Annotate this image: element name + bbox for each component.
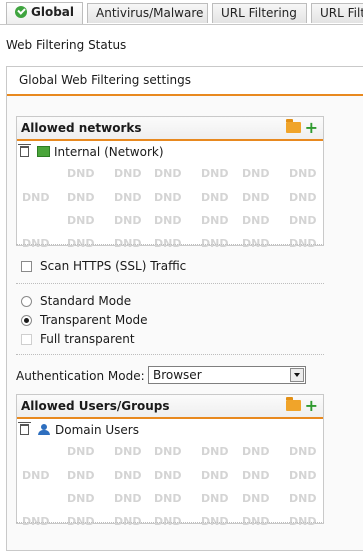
dnd-placeholder: DND <box>289 214 317 227</box>
folder-icon[interactable] <box>286 397 301 411</box>
full-transparent-option[interactable]: Full transparent <box>21 332 135 346</box>
dnd-placeholder: DND <box>114 191 142 204</box>
tab-url-filtering-2[interactable]: URL Filt <box>311 3 363 23</box>
standard-mode-option[interactable]: Standard Mode <box>21 294 131 308</box>
list-item-label: Internal (Network) <box>54 145 164 159</box>
dnd-placeholder: DND <box>67 191 95 204</box>
transparent-mode-radio[interactable] <box>21 315 32 326</box>
check-icon <box>15 6 27 18</box>
dnd-placeholder: DND <box>67 469 95 482</box>
standard-mode-radio[interactable] <box>21 296 32 307</box>
dnd-placeholder: DND <box>67 214 95 227</box>
chevron-down-icon[interactable] <box>290 368 304 382</box>
dnd-placeholder: DND <box>289 492 317 505</box>
settings-header: Global Web Filtering settings <box>7 67 363 96</box>
dnd-placeholder: DND <box>201 445 229 458</box>
dnd-placeholder: DND <box>289 167 317 180</box>
full-transparent-label: Full transparent <box>40 332 135 346</box>
divider <box>16 354 324 355</box>
tab-global[interactable]: Global <box>6 2 83 24</box>
scan-https-label: Scan HTTPS (SSL) Traffic <box>40 259 187 273</box>
tab-url-filtering-label: URL Filtering <box>221 6 297 20</box>
transparent-mode-option[interactable]: Transparent Mode <box>21 313 148 327</box>
dnd-placeholder: DND <box>242 492 270 505</box>
divider <box>16 283 324 284</box>
allowed-networks-title: Allowed networks <box>21 121 142 135</box>
dnd-placeholder: DND <box>67 167 95 180</box>
network-icon <box>37 146 50 157</box>
dnd-placeholder: DND <box>154 167 182 180</box>
allowed-users-title: Allowed Users/Groups <box>21 399 170 413</box>
dnd-placeholder: DND <box>114 167 142 180</box>
dnd-placeholder: DND <box>289 469 317 482</box>
dnd-placeholder: DND <box>22 469 50 482</box>
folder-icon[interactable] <box>286 119 301 133</box>
dnd-placeholder: DND <box>67 445 95 458</box>
dnd-placeholder: DND <box>201 191 229 204</box>
auth-mode-label: Authentication Mode: <box>16 369 145 383</box>
trash-icon[interactable] <box>18 422 31 435</box>
page-title: Web Filtering Status <box>6 38 127 52</box>
auth-mode-select[interactable]: Browser <box>148 366 306 384</box>
tab-global-label: Global <box>31 5 75 19</box>
dnd-placeholder: DND <box>242 445 270 458</box>
dnd-placeholder: DND <box>154 191 182 204</box>
dnd-placeholder: DND <box>114 214 142 227</box>
dnd-placeholder: DND <box>67 492 95 505</box>
add-icon[interactable]: + <box>305 397 318 415</box>
tab-antivirus-malware[interactable]: Antivirus/Malware <box>87 3 208 23</box>
dnd-placeholder: DND <box>201 214 229 227</box>
list-item[interactable]: Domain Users <box>18 422 139 438</box>
tab-antivirus-label: Antivirus/Malware <box>96 6 204 20</box>
tab-url-filtering-2-label: URL Filt <box>320 6 363 20</box>
dnd-placeholder: DND <box>154 492 182 505</box>
full-transparent-checkbox[interactable] <box>21 334 32 345</box>
list-item-label: Domain Users <box>55 423 139 437</box>
dnd-placeholder: DND <box>289 445 317 458</box>
tab-url-filtering[interactable]: URL Filtering <box>212 3 307 23</box>
dnd-placeholder: DND <box>289 191 317 204</box>
dnd-placeholder: DND <box>154 214 182 227</box>
dnd-placeholder: DND <box>242 167 270 180</box>
allowed-users-list[interactable]: Domain Users DND DND DND DND DND DND DND… <box>17 419 323 547</box>
dnd-placeholder: DND <box>201 492 229 505</box>
allowed-networks-panel: Allowed networks + Internal (Network) DN… <box>16 116 324 250</box>
dnd-placeholder: DND <box>22 191 50 204</box>
standard-mode-label: Standard Mode <box>40 294 132 308</box>
allowed-networks-list[interactable]: Internal (Network) DND DND DND DND DND D… <box>17 141 323 269</box>
allowed-users-header: Allowed Users/Groups + <box>17 395 323 419</box>
divider <box>16 244 324 245</box>
dnd-placeholder: DND <box>201 469 229 482</box>
dnd-placeholder: DND <box>242 214 270 227</box>
dnd-placeholder: DND <box>201 167 229 180</box>
dnd-placeholder: DND <box>242 191 270 204</box>
allowed-users-panel: Allowed Users/Groups + Domain Users DND … <box>16 394 324 528</box>
list-item[interactable]: Internal (Network) <box>18 144 164 160</box>
dnd-placeholder: DND <box>114 469 142 482</box>
scan-https-checkbox[interactable] <box>21 261 32 272</box>
dnd-placeholder: DND <box>114 492 142 505</box>
dnd-placeholder: DND <box>242 469 270 482</box>
scan-https-option[interactable]: Scan HTTPS (SSL) Traffic <box>21 259 186 273</box>
add-icon[interactable]: + <box>305 119 318 137</box>
settings-panel: Global Web Filtering settings Allowed ne… <box>6 66 363 551</box>
allowed-networks-header: Allowed networks + <box>17 117 323 141</box>
divider <box>16 522 324 523</box>
dnd-placeholder: DND <box>154 445 182 458</box>
users-icon <box>37 424 51 435</box>
auth-mode-value: Browser <box>153 368 202 382</box>
tab-bar: Global Antivirus/Malware URL Filtering U… <box>0 0 363 25</box>
transparent-mode-label: Transparent Mode <box>40 313 148 327</box>
dnd-placeholder: DND <box>114 445 142 458</box>
trash-icon[interactable] <box>18 144 31 157</box>
dnd-placeholder: DND <box>154 469 182 482</box>
